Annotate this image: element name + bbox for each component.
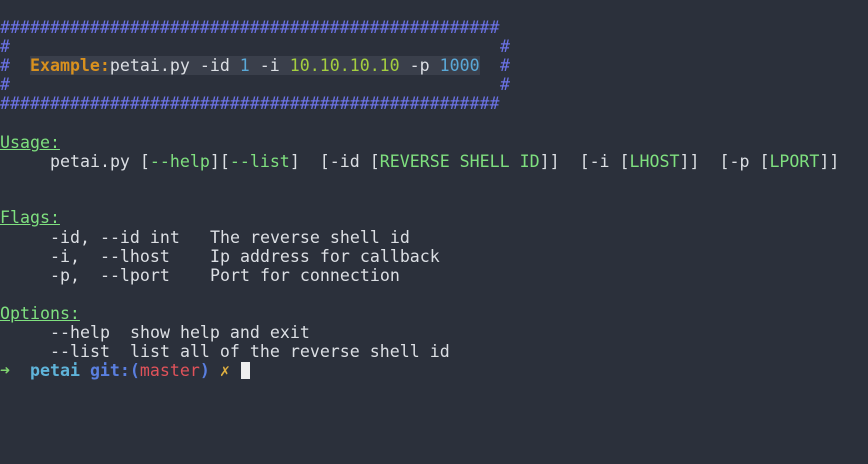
option-desc: list all of the reverse shell id	[130, 342, 450, 361]
flag-desc: Port for connection	[210, 266, 400, 285]
usage-p-flag: [-p	[699, 152, 760, 171]
option-name: --help	[50, 323, 110, 342]
banner-side-left: #	[0, 75, 10, 94]
option-desc: show help and exit	[130, 323, 310, 342]
usage-bracket: ][	[209, 152, 230, 171]
banner-side-left: #	[0, 37, 10, 56]
banner-border-top: ########################################…	[0, 18, 500, 37]
example-label: Example:	[29, 56, 110, 75]
flag-row: -id, --id int	[50, 228, 180, 247]
usage-bracket: [	[759, 152, 770, 171]
example-ip-flag: -i	[249, 56, 290, 75]
usage-lhost-arg: LHOST	[629, 152, 680, 171]
banner-side-left: #	[0, 56, 10, 75]
prompt-git-label: git:	[89, 361, 130, 380]
shell-prompt[interactable]: ➜ petai git:(master) ✗	[0, 361, 250, 380]
banner-side-right: #	[500, 75, 510, 94]
prompt-paren: )	[199, 361, 210, 380]
flag-row: -i, --lhost	[50, 247, 170, 266]
example-highlight: Example:petai.py -id 1 -i 10.10.10.10 -p…	[29, 56, 480, 75]
example-id-value: 1	[239, 56, 250, 75]
banner-side-right: #	[500, 56, 510, 75]
usage-lport-arg: LPORT	[769, 152, 820, 171]
terminal-window[interactable]: ########################################…	[0, 0, 868, 464]
prompt-arrow-icon: ➜	[0, 361, 10, 380]
usage-bracket: ]]	[819, 152, 840, 171]
usage-line: petai.py [--help][--list] [-id [REVERSE …	[50, 152, 839, 171]
example-port-value: 1000	[439, 56, 480, 75]
flag-name: -p, --lport	[50, 266, 170, 285]
text-cursor[interactable]	[240, 362, 250, 379]
banner-border-bottom: ########################################…	[0, 94, 500, 113]
prompt-branch: master	[139, 361, 200, 380]
flag-desc: Ip address for callback	[210, 247, 440, 266]
usage-bracket: ]]	[539, 152, 560, 171]
flag-row: -p, --lport	[50, 266, 170, 285]
usage-id-arg: REVERSE SHELL ID	[379, 152, 540, 171]
usage-id-flag: [-id	[299, 152, 370, 171]
usage-bracket: ]	[289, 152, 300, 171]
banner-side-right: #	[500, 37, 510, 56]
prompt-paren: (	[129, 361, 140, 380]
usage-help: --help	[149, 152, 210, 171]
usage-title: Usage:	[0, 133, 60, 152]
banner-example-line: # Example:petai.py -id 1 -i 10.10.10.10 …	[0, 56, 480, 75]
prompt-dirty-icon: ✗	[219, 361, 230, 380]
usage-bracket: [	[619, 152, 630, 171]
usage-bracket: ]]	[679, 152, 700, 171]
flag-desc: The reverse shell id	[210, 228, 410, 247]
usage-list: --list	[229, 152, 290, 171]
example-ip-value: 10.10.10.10	[289, 56, 400, 75]
example-port-flag: -p	[399, 56, 440, 75]
flag-name: -i, --lhost	[50, 247, 170, 266]
usage-bracket: [	[369, 152, 380, 171]
usage-i-flag: [-i	[559, 152, 620, 171]
prompt-directory: petai	[29, 361, 80, 380]
usage-bracket: [	[139, 152, 150, 171]
usage-script: petai.py	[50, 152, 140, 171]
options-title: Options:	[0, 304, 80, 323]
option-name: --list	[50, 342, 110, 361]
flags-title: Flags:	[0, 208, 60, 227]
flag-name: -id, --id int	[50, 228, 180, 247]
example-command: petai.py -id	[109, 56, 240, 75]
